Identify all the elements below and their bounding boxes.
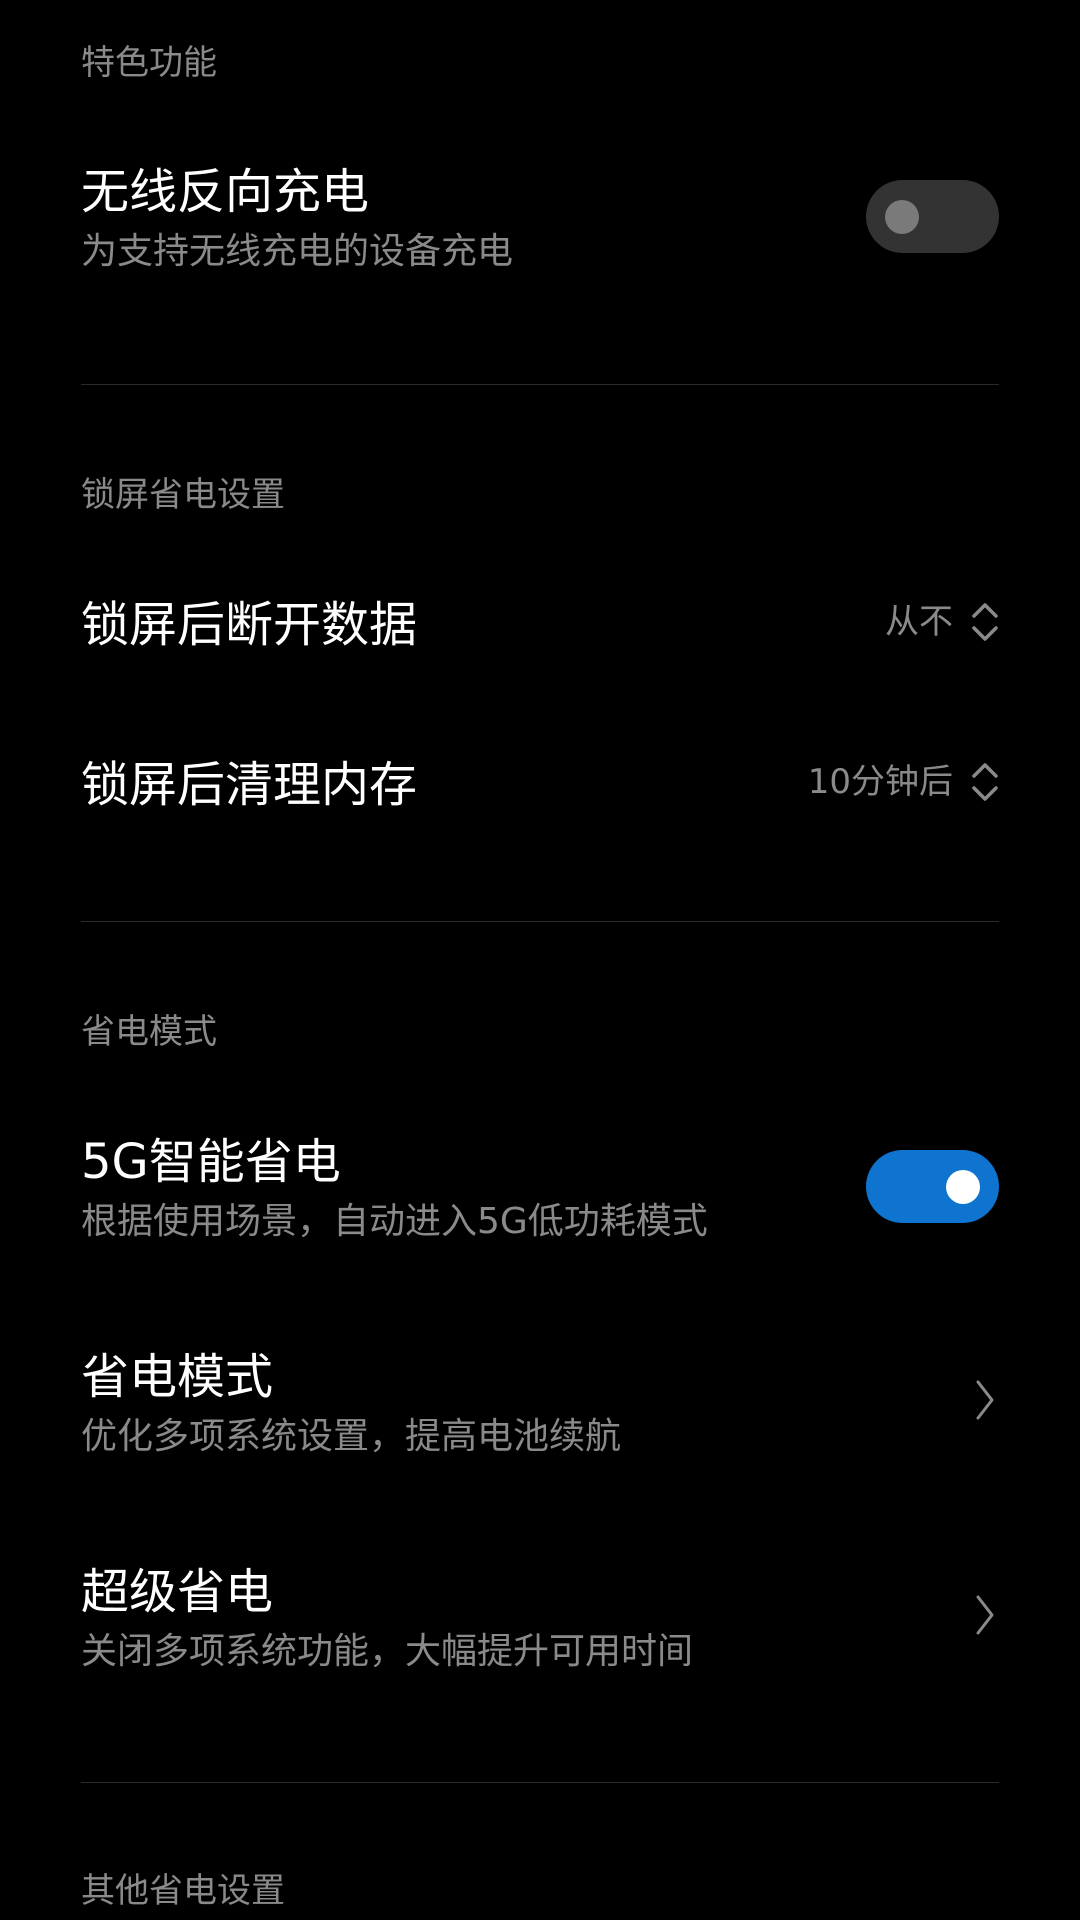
section-header-featured: 特色功能 (81, 43, 217, 83)
clear-memory-row[interactable]: 锁屏后清理内存 10分钟后 (0, 740, 1080, 830)
smart-5g-saving-toggle[interactable] (866, 1150, 999, 1223)
divider (81, 1782, 999, 1783)
section-header-power-mode: 省电模式 (81, 1012, 217, 1052)
disconnect-data-title: 锁屏后断开数据 (81, 597, 418, 653)
disconnect-data-row[interactable]: 锁屏后断开数据 从不 (0, 580, 1080, 670)
divider (81, 384, 999, 385)
wireless-reverse-charging-row[interactable]: 无线反向充电 为支持无线充电的设备充电 (0, 150, 1080, 350)
clear-memory-value: 10分钟后 (807, 762, 953, 802)
wireless-reverse-charging-title: 无线反向充电 (81, 164, 370, 220)
wireless-reverse-charging-subtitle: 为支持无线充电的设备充电 (81, 231, 514, 272)
ultra-battery-saver-row[interactable]: 超级省电 关闭多项系统功能，大幅提升可用时间 (0, 1550, 1080, 1700)
disconnect-data-value: 从不 (885, 602, 953, 642)
smart-5g-saving-subtitle: 根据使用场景，自动进入5G低功耗模式 (81, 1201, 708, 1242)
battery-saver-title: 省电模式 (81, 1349, 274, 1405)
chevron-right-icon (976, 1595, 994, 1635)
battery-saver-subtitle: 优化多项系统设置，提高电池续航 (81, 1416, 622, 1457)
ultra-battery-saver-title: 超级省电 (81, 1564, 274, 1620)
smart-5g-saving-row[interactable]: 5G智能省电 根据使用场景，自动进入5G低功耗模式 (0, 1120, 1080, 1270)
battery-saver-row[interactable]: 省电模式 优化多项系统设置，提高电池续航 (0, 1335, 1080, 1485)
section-header-lockscreen: 锁屏省电设置 (81, 475, 285, 515)
wireless-reverse-charging-toggle[interactable] (866, 180, 999, 253)
chevron-right-icon (976, 1380, 994, 1420)
updown-arrows-icon (972, 763, 998, 801)
clear-memory-title: 锁屏后清理内存 (81, 757, 418, 813)
toggle-knob (946, 1169, 980, 1204)
ultra-battery-saver-subtitle: 关闭多项系统功能，大幅提升可用时间 (81, 1631, 694, 1672)
smart-5g-saving-title: 5G智能省电 (81, 1134, 341, 1190)
divider (81, 921, 999, 922)
toggle-knob (885, 199, 919, 234)
updown-arrows-icon (972, 603, 998, 641)
section-header-other: 其他省电设置 (81, 1871, 285, 1911)
